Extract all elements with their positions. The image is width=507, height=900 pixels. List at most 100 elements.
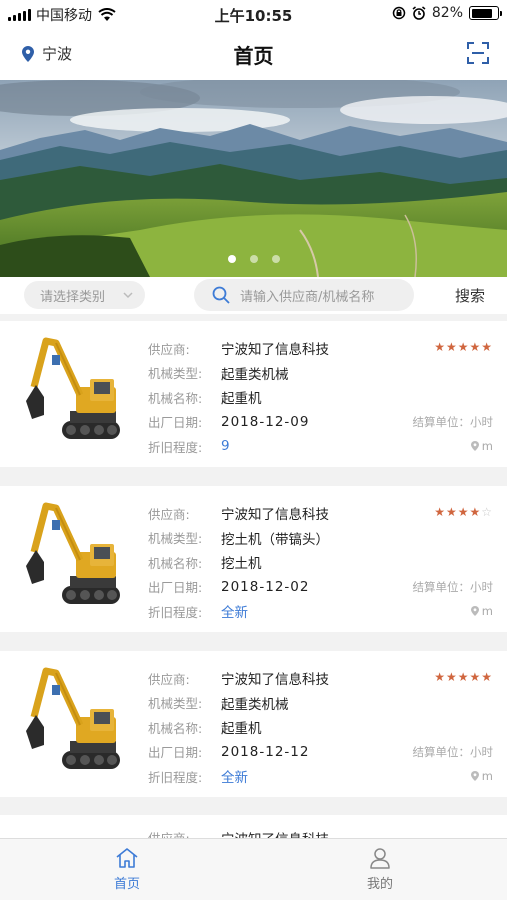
- machine-type-label: 机械类型:: [148, 696, 203, 712]
- factory-date-value: 2018-12-12: [221, 743, 310, 760]
- rating-stars: ★★★★★: [434, 340, 493, 354]
- scan-icon[interactable]: [467, 42, 489, 64]
- nav-bar: 宁波 首页: [0, 28, 507, 80]
- factory-date-label: 出厂日期:: [148, 580, 203, 596]
- battery-percent: 82%: [431, 5, 463, 21]
- supplier-label: 供应商:: [148, 341, 190, 357]
- depreciation-label: 折旧程度:: [148, 604, 203, 620]
- distance: m: [470, 604, 493, 619]
- tab-mine[interactable]: 我的: [340, 847, 420, 892]
- location-pin-icon: [470, 606, 479, 617]
- supplier-label: 供应商:: [148, 506, 190, 522]
- factory-date-row: 出厂日期: 2018-12-02 结算单位：小时: [148, 575, 493, 600]
- tab-home[interactable]: 首页: [87, 847, 167, 892]
- item-details: 供应商: 宁波知了信息科技 ★★★★☆ 机械类型: 挖土机（带镐头） 机械名称: 挖土机出厂…: [148, 501, 493, 624]
- supplier-row: 供应商: 宁波知了信息科技 ★★★★★: [148, 336, 493, 361]
- filter-bar: 请选择类别 请输入供应商/机械名称 搜索: [0, 277, 507, 314]
- machine-name-value: 起重机: [221, 721, 262, 738]
- banner-image: [0, 80, 507, 277]
- machine-name-label: 机械名称:: [148, 720, 203, 736]
- depreciation-label: 折旧程度:: [148, 439, 203, 455]
- machine-type-label: 机械类型:: [148, 366, 203, 382]
- distance: m: [470, 769, 493, 784]
- carousel-dot[interactable]: [249, 255, 258, 263]
- settlement-unit: 结算单位：小时: [412, 414, 494, 429]
- list-item[interactable]: 供应商: 宁波知了信息科技 ★★★★★ 机械类型: 起重类机械机械名称: 起重机出厂日期:…: [0, 321, 507, 467]
- carousel-dot[interactable]: [271, 255, 280, 263]
- distance-value: m: [481, 769, 493, 784]
- rating-stars: ★★★★☆: [434, 505, 493, 519]
- factory-date-row: 出厂日期: 2018-12-12 结算单位：小时: [148, 740, 493, 765]
- factory-date-label: 出厂日期:: [148, 745, 203, 761]
- distance: m: [470, 439, 493, 454]
- category-placeholder: 请选择类别: [40, 289, 106, 305]
- carousel-dots: [0, 255, 507, 263]
- orientation-lock-icon: [392, 6, 406, 20]
- status-bar: 中国移动 上午10:55 82%: [0, 0, 507, 28]
- tab-mine-label: 我的: [366, 877, 393, 892]
- machine-name-row: 机械名称: 挖土机: [148, 550, 493, 575]
- supplier-value: 宁波知了信息科技: [221, 672, 329, 689]
- machine-type-label: 机械类型:: [148, 531, 203, 547]
- supplier-label: 供应商:: [148, 671, 190, 687]
- battery-icon: [469, 6, 502, 20]
- search-input[interactable]: 请输入供应商/机械名称: [194, 279, 414, 311]
- item-details: 供应商: 宁波知了信息科技 ★★★★★ 机械类型: 起重类机械机械名称: 起重机出厂日期:…: [148, 336, 493, 459]
- factory-date-value: 2018-12-02: [221, 578, 310, 595]
- list-item[interactable]: 供应商: 宁波知了信息科技 ★★★★★ 机械类型: 起重类机械机械名称: 起重机出厂日期:…: [0, 651, 507, 797]
- depreciation-row: 折旧程度: 9 m: [148, 434, 493, 459]
- tab-bar: 首页 我的: [0, 838, 507, 900]
- machine-type-row: 机械类型: 起重类机械: [148, 361, 493, 386]
- distance-value: m: [481, 439, 493, 454]
- rating-stars: ★★★★★: [434, 670, 493, 684]
- depreciation-label: 折旧程度:: [148, 769, 203, 785]
- machine-type-value: 挖土机（带镐头）: [221, 531, 329, 548]
- supplier-value: 宁波知了信息科技: [221, 507, 329, 524]
- machine-type-value: 起重类机械: [221, 366, 289, 383]
- machine-name-row: 机械名称: 起重机: [148, 385, 493, 410]
- chevron-down-icon: [123, 292, 133, 299]
- machine-type-row: 机械类型: 起重类机械: [148, 691, 493, 716]
- category-select[interactable]: 请选择类别: [24, 281, 145, 309]
- factory-date-value: 2018-12-09: [221, 413, 310, 430]
- item-details: 供应商: 宁波知了信息科技 ★★★★★ 机械类型: 起重类机械机械名称: 起重机出厂日期:…: [148, 666, 493, 789]
- factory-date-row: 出厂日期: 2018-12-09 结算单位：小时: [148, 410, 493, 435]
- machine-name-value: 起重机: [221, 391, 262, 408]
- settlement-unit: 结算单位：小时: [412, 744, 494, 759]
- distance-value: m: [481, 604, 493, 619]
- battery-fill: [471, 8, 492, 18]
- banner-carousel[interactable]: [0, 80, 507, 277]
- location-pin-icon: [470, 441, 479, 452]
- machine-name-label: 机械名称:: [148, 555, 203, 571]
- excavator-thumbnail: [22, 500, 126, 620]
- depreciation-row: 折旧程度: 全新 m: [148, 764, 493, 789]
- machine-name-value: 挖土机: [221, 556, 262, 573]
- location-pin-icon: [470, 771, 479, 782]
- supplier-row: 供应商: 宁波知了信息科技 ★★★★☆: [148, 501, 493, 526]
- depreciation-value: 9: [221, 438, 230, 455]
- user-icon: [370, 848, 390, 869]
- search-placeholder: 请输入供应商/机械名称: [240, 289, 375, 305]
- home-icon: [116, 848, 138, 868]
- depreciation-value: 全新: [221, 770, 248, 787]
- tab-home-label: 首页: [113, 877, 140, 892]
- machine-type-row: 机械类型: 挖土机（带镐头）: [148, 526, 493, 551]
- search-button[interactable]: 搜索: [455, 285, 485, 306]
- machine-name-row: 机械名称: 起重机: [148, 715, 493, 740]
- factory-date-label: 出厂日期:: [148, 415, 203, 431]
- status-right: 82%: [392, 5, 502, 21]
- machine-type-value: 起重类机械: [221, 696, 289, 713]
- supplier-value: 宁波知了信息科技: [221, 342, 329, 359]
- settlement-unit: 结算单位：小时: [412, 579, 494, 594]
- excavator-thumbnail: [22, 335, 126, 455]
- machine-name-label: 机械名称:: [148, 390, 203, 406]
- page-title: 首页: [233, 44, 274, 68]
- carousel-dot[interactable]: [227, 255, 236, 263]
- search-icon: [212, 286, 230, 304]
- list-item[interactable]: 供应商: 宁波知了信息科技 ★★★★☆ 机械类型: 挖土机（带镐头） 机械名称: 挖土机出厂…: [0, 486, 507, 632]
- supplier-row: 供应商: 宁波知了信息科技 ★★★★★: [148, 666, 493, 691]
- excavator-thumbnail: [22, 665, 126, 785]
- depreciation-row: 折旧程度: 全新 m: [148, 599, 493, 624]
- alarm-icon: [412, 6, 426, 20]
- machine-list: 供应商: 宁波知了信息科技 ★★★★★ 机械类型: 起重类机械 机械名称: 起重机 出厂日期:…: [0, 314, 507, 797]
